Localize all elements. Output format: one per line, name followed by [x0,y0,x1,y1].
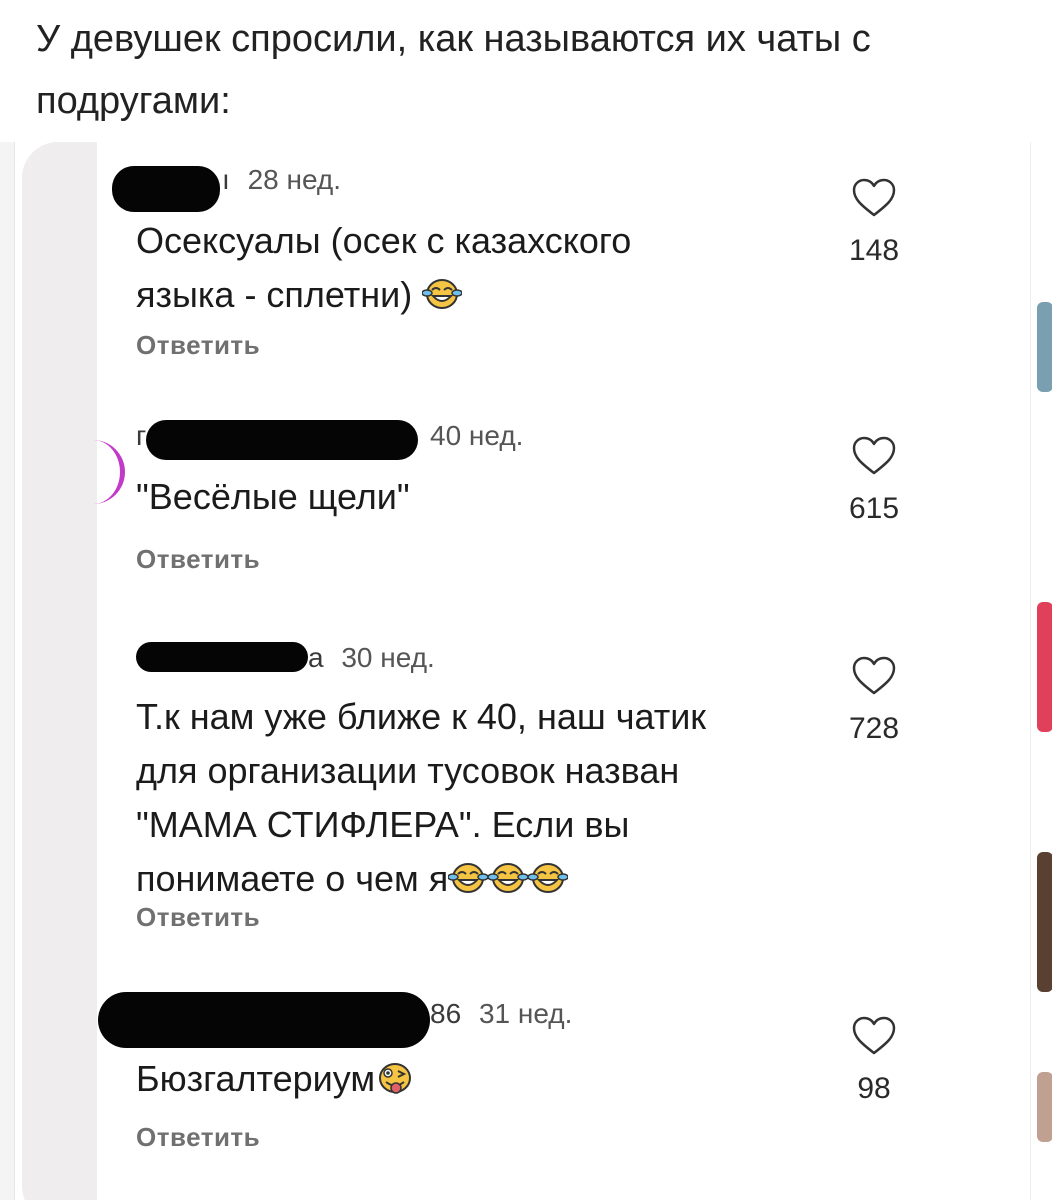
comment-text: "Весёлые щели" [136,476,410,517]
thumbnail-image [1037,302,1052,392]
comment-date: 28 нед. [247,164,342,195]
comment-date: 30 нед. [341,642,435,673]
comment-header: 40 нед. [420,420,523,452]
reply-button[interactable]: Ответить [136,330,260,361]
heart-outline-icon[interactable] [851,436,897,476]
comment-text: Осексуалы (осек с казахского языка - спл… [136,220,632,315]
comment-text: Т.к нам уже ближе к 40, наш чатик для ор… [136,696,707,899]
username[interactable]: 86 [430,998,461,1029]
comment-header: a 30 нед. [308,642,435,674]
comment-date: 31 нед. [478,998,573,1029]
like-control: 615 [842,436,906,526]
like-count: 728 [848,712,900,745]
username[interactable]: г [136,420,146,451]
redacted-username [136,642,308,672]
thumbnail-image [1037,602,1052,732]
like-count: 615 [848,492,900,525]
right-neighbor-panel [1030,142,1052,1200]
comment-header: ı 28 нед. [222,164,341,196]
reply-button[interactable]: Ответить [136,1122,260,1153]
zany-face-emoji [375,1056,415,1094]
left-neighbor-panel [0,142,15,1200]
like-control: 728 [842,656,906,746]
like-control: 98 [842,1016,906,1106]
heart-outline-icon[interactable] [851,1016,897,1056]
reply-button[interactable]: Ответить [136,902,260,933]
reply-button[interactable]: Ответить [136,544,260,575]
like-count: 148 [848,234,900,267]
thumbnail-image [1037,1072,1052,1142]
comment-header: г [136,420,146,452]
comment-date: 40 нед. [430,420,524,451]
redacted-username [112,166,220,212]
redacted-username [98,992,430,1048]
like-count: 98 [857,1072,891,1105]
heart-outline-icon[interactable] [851,656,897,696]
thumbnail-image [1037,852,1052,992]
post-caption: У девушек спросили, как называются их ча… [36,18,871,122]
laughing-tears-emoji [527,856,570,893]
redacted-username [146,420,418,460]
username[interactable]: a [308,642,324,673]
laughing-tears-emoji [487,856,530,893]
heart-outline-icon[interactable] [851,178,897,218]
like-control: 148 [842,178,906,268]
laughing-tears-emoji [421,272,463,309]
comment-text: Бюзгалтериум [136,1052,816,1106]
laughing-tears-emoji [447,856,490,893]
screenshot-page: У девушек спросили, как называются их ча… [0,0,1052,1200]
username[interactable]: ı [222,164,230,195]
comment-header: 86 31 нед. [430,998,572,1030]
